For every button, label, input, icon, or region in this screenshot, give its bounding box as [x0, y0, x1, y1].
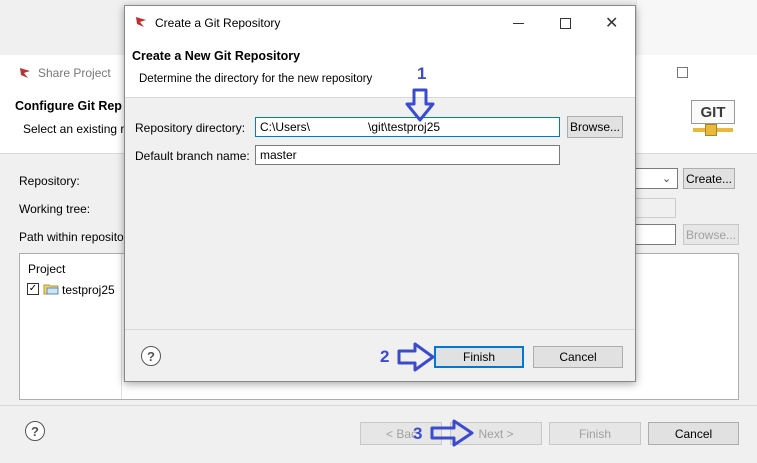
repo-dir-label: Repository directory:	[135, 121, 246, 135]
project-checkbox[interactable]: ✓	[27, 283, 39, 295]
repo-dir-value: C:\Users\	[260, 120, 311, 134]
background-editor-edge	[636, 0, 757, 55]
annotation-number-2: 2	[380, 347, 390, 366]
git-finish-button[interactable]: Finish	[434, 346, 524, 368]
maximize-icon[interactable]	[677, 67, 688, 78]
close-icon[interactable]: ✕	[605, 13, 618, 33]
git-dialog: Create a Git Repository ✕ Create a New G…	[124, 5, 636, 382]
path-field[interactable]	[634, 224, 676, 245]
git-divider	[125, 329, 635, 330]
git-subtitle: Determine the directory for the new repo…	[139, 73, 373, 85]
repository-label: Repository:	[19, 174, 80, 188]
project-folder-icon	[43, 283, 59, 295]
maximize-icon[interactable]	[560, 18, 571, 29]
share-subtitle: Select an existing re	[23, 122, 132, 136]
share-browse-button[interactable]: Browse...	[683, 224, 739, 245]
share-finish-button[interactable]: Finish	[549, 422, 641, 445]
project-column-header[interactable]: Project	[28, 262, 65, 276]
share-cancel-button[interactable]: Cancel	[648, 422, 739, 445]
git-heading: Create a New Git Repository	[132, 49, 301, 63]
branch-label: Default branch name:	[135, 149, 250, 163]
share-heading: Configure Git Rep	[15, 99, 122, 113]
branch-input[interactable]: master	[255, 145, 560, 165]
chevron-down-icon: ⌄	[662, 173, 672, 185]
annotation-arrow-down-icon	[405, 88, 435, 125]
project-name: testproj25	[62, 283, 115, 297]
eclipse-icon	[18, 66, 32, 80]
annotation-number-3: 3	[413, 424, 423, 443]
git-help-icon[interactable]: ?	[141, 346, 161, 366]
path-label: Path within reposito	[19, 230, 124, 244]
git-titlebar: Create a Git Repository ✕	[125, 6, 635, 38]
repository-combo[interactable]: ⌄	[634, 168, 678, 189]
annotation-arrow-right-icon	[397, 342, 435, 375]
share-help-icon[interactable]: ?	[25, 421, 45, 441]
working-tree-label: Working tree:	[19, 202, 91, 216]
eclipse-icon	[134, 15, 148, 29]
share-divider	[0, 405, 757, 406]
project-column-divider	[121, 254, 122, 399]
git-browse-button[interactable]: Browse...	[567, 116, 623, 138]
git-logo-icon: GIT	[691, 100, 735, 140]
minimize-icon[interactable]	[513, 23, 524, 24]
annotation-arrow-right-icon	[430, 419, 474, 450]
annotation-number-1: 1	[417, 64, 427, 83]
git-window-title: Create a Git Repository	[155, 16, 281, 30]
git-header: Create a New Git Repository Determine th…	[125, 38, 635, 98]
working-tree-field	[634, 198, 676, 218]
git-cancel-button[interactable]: Cancel	[533, 346, 623, 368]
table-row[interactable]: ✓ testproj25	[26, 281, 136, 299]
create-button[interactable]: Create...	[683, 168, 735, 189]
share-window-title: Share Project	[38, 66, 111, 80]
